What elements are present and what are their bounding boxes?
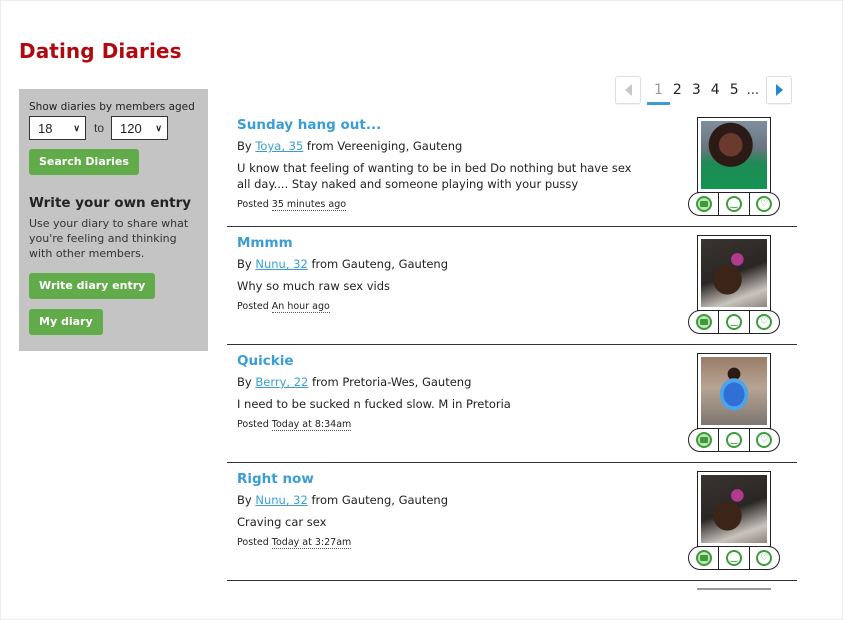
diary-entry: Right now By Nunu, 32 from Gauteng, Gaut… bbox=[227, 463, 797, 581]
posted-time: Today at 3:27am bbox=[271, 537, 352, 549]
chevron-down-icon: ∨ bbox=[155, 122, 163, 133]
member-photo bbox=[701, 475, 767, 543]
diary-entries-list: Sunday hang out... By Toya, 35 from Vere… bbox=[227, 109, 797, 581]
posted-label: Posted bbox=[237, 419, 269, 430]
page-2-link[interactable]: 2 bbox=[669, 82, 686, 98]
my-diary-button[interactable]: My diary bbox=[29, 309, 103, 335]
wink-icon: ‿ bbox=[725, 550, 742, 566]
like-icon: ♡ bbox=[756, 432, 773, 448]
author-link[interactable]: Nunu, 32 bbox=[255, 257, 307, 271]
author-link[interactable]: Toya, 35 bbox=[255, 139, 303, 153]
send-message-button[interactable] bbox=[689, 429, 720, 451]
page-1-link[interactable]: 1 bbox=[647, 82, 670, 105]
like-button[interactable]: ♡ bbox=[750, 193, 779, 215]
posted-time: An hour ago bbox=[271, 301, 330, 313]
page-5-link[interactable]: 5 bbox=[726, 82, 743, 98]
page-4-link[interactable]: 4 bbox=[707, 82, 724, 98]
wink-icon: ‿ bbox=[725, 314, 742, 330]
message-icon bbox=[695, 550, 712, 566]
like-button[interactable]: ♡ bbox=[750, 547, 779, 569]
next-page-button[interactable] bbox=[766, 76, 793, 104]
author-link[interactable]: Berry, 22 bbox=[255, 375, 308, 389]
posted-time: 35 minutes ago bbox=[271, 199, 347, 211]
like-icon: ♡ bbox=[756, 314, 773, 330]
author-location: from Vereeniging, Gauteng bbox=[306, 139, 463, 153]
message-icon bbox=[695, 196, 712, 212]
member-photo bbox=[701, 121, 767, 189]
age-filter-label: Show diaries by members aged bbox=[29, 101, 195, 113]
entry-body: I need to be sucked n fucked slow. M in … bbox=[237, 397, 511, 411]
arrow-left-icon bbox=[624, 84, 632, 96]
message-icon bbox=[695, 314, 712, 330]
arrow-right-icon bbox=[775, 84, 783, 96]
send-message-button[interactable] bbox=[689, 311, 720, 333]
by-label: By bbox=[237, 139, 252, 153]
by-label: By bbox=[237, 493, 252, 507]
like-icon: ♡ bbox=[756, 196, 773, 212]
author-location: from Pretoria-Wes, Gauteng bbox=[311, 375, 472, 389]
wink-icon: ‿ bbox=[725, 432, 742, 448]
member-photo-link[interactable] bbox=[697, 471, 771, 547]
by-label: By bbox=[237, 257, 252, 271]
member-photo-link[interactable] bbox=[697, 117, 771, 193]
author-location: from Gauteng, Gauteng bbox=[311, 493, 449, 507]
send-wink-button[interactable]: ‿ bbox=[719, 429, 750, 451]
write-diary-entry-button[interactable]: Write diary entry bbox=[29, 273, 156, 299]
write-entry-description: Use your diary to share what you're feel… bbox=[29, 217, 189, 260]
sidebar-filter-panel: Show diaries by members aged 18 ∨ to 120… bbox=[19, 89, 208, 351]
member-photo bbox=[701, 239, 767, 307]
previous-page-button[interactable] bbox=[615, 76, 641, 104]
age-max-select[interactable]: 120 ∨ bbox=[111, 116, 169, 140]
by-label: By bbox=[237, 375, 252, 389]
member-action-bar: ‿ ♡ bbox=[688, 428, 780, 452]
chevron-down-icon: ∨ bbox=[73, 122, 80, 133]
next-entry-photo-edge bbox=[697, 588, 771, 590]
send-wink-button[interactable]: ‿ bbox=[719, 547, 750, 569]
author-link[interactable]: Nunu, 32 bbox=[255, 493, 307, 507]
search-diaries-button[interactable]: Search Diaries bbox=[29, 149, 139, 175]
posted-time: Today at 8:34am bbox=[271, 419, 352, 431]
member-photo bbox=[701, 357, 767, 425]
entry-body: Craving car sex bbox=[237, 515, 327, 529]
entry-body: U know that feeling of wanting to be in … bbox=[237, 161, 632, 191]
like-button[interactable]: ♡ bbox=[750, 429, 779, 451]
send-wink-button[interactable]: ‿ bbox=[719, 311, 750, 333]
member-photo-link[interactable] bbox=[697, 235, 771, 311]
age-min-select[interactable]: 18 ∨ bbox=[29, 116, 86, 140]
message-icon bbox=[695, 432, 712, 448]
member-action-bar: ‿ ♡ bbox=[688, 546, 780, 570]
posted-label: Posted bbox=[237, 301, 269, 312]
age-min-value: 18 bbox=[38, 120, 53, 136]
send-wink-button[interactable]: ‿ bbox=[719, 193, 750, 215]
diary-entry: Sunday hang out... By Toya, 35 from Vere… bbox=[227, 109, 797, 227]
age-to-label: to bbox=[94, 121, 105, 135]
like-icon: ♡ bbox=[756, 550, 773, 566]
pagination-ellipsis: ... bbox=[746, 82, 760, 98]
page-3-link[interactable]: 3 bbox=[688, 82, 705, 98]
member-action-bar: ‿ ♡ bbox=[688, 310, 780, 334]
send-message-button[interactable] bbox=[689, 547, 720, 569]
author-location: from Gauteng, Gauteng bbox=[311, 257, 449, 271]
member-photo-link[interactable] bbox=[697, 353, 771, 429]
pagination: 1 2 3 4 5 ... bbox=[615, 75, 793, 105]
like-button[interactable]: ♡ bbox=[750, 311, 779, 333]
wink-icon: ‿ bbox=[725, 196, 742, 212]
diary-entry: Mmmm By Nunu, 32 from Gauteng, Gauteng W… bbox=[227, 227, 797, 345]
age-max-value: 120 bbox=[120, 120, 142, 136]
age-range-row: 18 ∨ to 120 ∨ bbox=[29, 116, 198, 140]
write-entry-heading: Write your own entry bbox=[29, 195, 192, 211]
posted-label: Posted bbox=[237, 537, 269, 548]
member-action-bar: ‿ ♡ bbox=[688, 192, 780, 216]
posted-label: Posted bbox=[237, 199, 269, 210]
entry-body: Why so much raw sex vids bbox=[237, 279, 391, 293]
page-title: Dating Diaries bbox=[19, 39, 182, 63]
send-message-button[interactable] bbox=[689, 193, 720, 215]
diary-entry: Quickie By Berry, 22 from Pretoria-Wes, … bbox=[227, 345, 797, 463]
